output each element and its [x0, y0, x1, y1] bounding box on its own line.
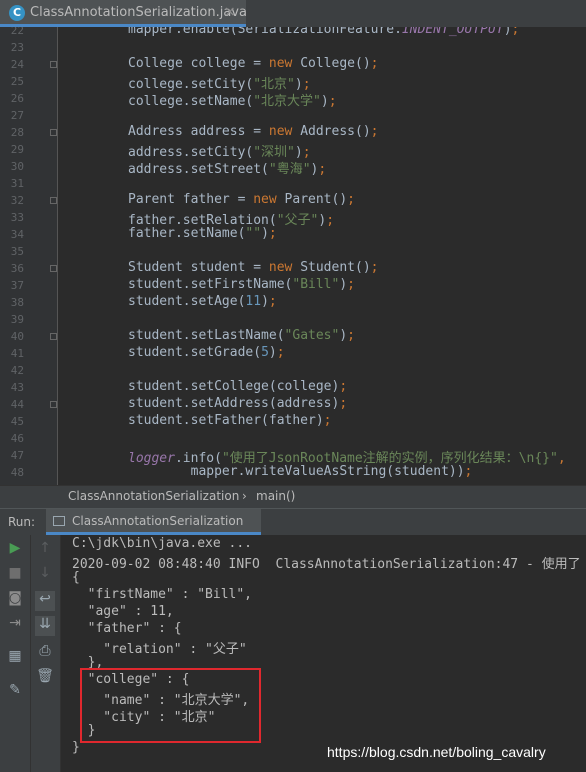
camera-icon[interactable]: ◙: [5, 590, 25, 610]
line-number: 26: [10, 92, 24, 105]
highlight-box: [80, 668, 261, 743]
scroll-to-end-icon[interactable]: ⇊: [35, 616, 55, 636]
code-line: student.setFather(father);: [128, 413, 332, 428]
code-line: father.setName("");: [128, 226, 277, 241]
fold-marker[interactable]: [50, 129, 57, 136]
fold-marker[interactable]: [50, 197, 57, 204]
line-number: 47: [10, 449, 24, 462]
line-number-gutter: 22 23 24 25 26 27 28 29 30 31 32 33 34 35 36 37 38 39 40 41…: [0, 27, 58, 485]
soft-wrap-icon[interactable]: ↩: [35, 591, 55, 611]
code-line: student.setCollege(college);: [128, 379, 348, 394]
line-number: 23: [10, 41, 24, 54]
line-number: 41: [10, 347, 24, 360]
breadcrumb: ClassAnnotationSerialization › main(): [0, 485, 586, 509]
java-class-icon: C: [9, 5, 25, 21]
code-line: mapper.writeValueAsString(student));: [128, 464, 473, 479]
code-line: Address address = new Address();: [128, 124, 379, 139]
line-number: 35: [10, 245, 24, 258]
line-number: 43: [10, 381, 24, 394]
line-number: 38: [10, 296, 24, 309]
stop-icon[interactable]: ■: [5, 565, 25, 585]
code-line: student.setGrade(5);: [128, 345, 285, 360]
editor-tab-label: ClassAnnotationSerialization.java: [30, 5, 247, 20]
run-console-toolbar: ↑ ↓ ↩ ⇊ ⎙ 🗑: [31, 535, 61, 772]
trash-icon[interactable]: 🗑: [35, 668, 55, 688]
console-line: "firstName" : "Bill",: [72, 587, 253, 602]
run-label: Run:: [8, 515, 36, 529]
run-tab[interactable]: ClassAnnotationSerialization: [46, 509, 261, 535]
login-icon[interactable]: ⇥: [5, 615, 25, 635]
console-line: "father" : {: [72, 621, 182, 636]
close-icon[interactable]: ×: [224, 4, 236, 20]
line-number: 27: [10, 109, 24, 122]
run-left-toolbar: ▶ ■ ◙ ⇥ ▦ ✎: [0, 535, 31, 772]
console-line: C:\jdk\bin\java.exe ...: [72, 536, 253, 551]
breadcrumb-separator: ›: [242, 489, 247, 503]
code-line: mapper.enable(SerializationFeature.INDEN…: [128, 27, 520, 37]
editor-tab[interactable]: C ClassAnnotationSerialization.java ×: [0, 0, 247, 27]
line-number: 48: [10, 466, 24, 479]
line-number: 25: [10, 75, 24, 88]
line-number: 30: [10, 160, 24, 173]
down-arrow-icon[interactable]: ↓: [35, 565, 55, 585]
line-number: 40: [10, 330, 24, 343]
line-number: 32: [10, 194, 24, 207]
code-line: student.setFirstName("Bill");: [128, 277, 355, 292]
breadcrumb-class[interactable]: ClassAnnotationSerialization: [68, 489, 239, 503]
line-number: 36: [10, 262, 24, 275]
line-number: 22: [10, 27, 24, 37]
fold-marker[interactable]: [50, 333, 57, 340]
line-number: 39: [10, 313, 24, 326]
line-number: 45: [10, 415, 24, 428]
fold-marker[interactable]: [50, 265, 57, 272]
code-line: address.setStreet("粤海");: [128, 162, 327, 177]
line-number: 24: [10, 58, 24, 71]
line-number: 29: [10, 143, 24, 156]
console-line: {: [72, 570, 80, 585]
code-line: Parent father = new Parent();: [128, 192, 355, 207]
code-line: College college = new College();: [128, 56, 379, 71]
editor-tab-bar: C ClassAnnotationSerialization.java ×: [0, 0, 586, 28]
run-tab-label: ClassAnnotationSerialization: [72, 514, 244, 528]
code-line: student.setAge(11);: [128, 294, 277, 309]
line-number: 44: [10, 398, 24, 411]
up-arrow-icon[interactable]: ↑: [35, 540, 55, 560]
line-number: 34: [10, 228, 24, 241]
line-number: 37: [10, 279, 24, 292]
run-tool-window-header: Run: ClassAnnotationSerialization: [0, 508, 586, 536]
console-icon: [53, 516, 65, 526]
run-icon[interactable]: ▶: [5, 540, 25, 560]
fold-marker[interactable]: [50, 401, 57, 408]
fold-marker[interactable]: [50, 61, 57, 68]
code-editor[interactable]: 22 23 24 25 26 27 28 29 30 31 32 33 34 35 36 37 38 39 40 41…: [0, 27, 586, 485]
code-line: college.setName("北京大学");: [128, 94, 337, 109]
code-line: student.setLastName("Gates");: [128, 328, 355, 343]
layout-icon[interactable]: ▦: [5, 648, 25, 668]
line-number: 46: [10, 432, 24, 445]
line-number: 33: [10, 211, 24, 224]
code-line: Student student = new Student();: [128, 260, 379, 275]
pin-icon[interactable]: ✎: [5, 682, 25, 702]
line-number: 42: [10, 364, 24, 377]
print-icon[interactable]: ⎙: [35, 643, 55, 663]
line-number: 31: [10, 177, 24, 190]
console-line: }: [72, 740, 80, 755]
line-number: 28: [10, 126, 24, 139]
breadcrumb-method[interactable]: main(): [256, 489, 295, 503]
code-line: student.setAddress(address);: [128, 396, 348, 411]
watermark: https://blog.csdn.net/boling_cavalry: [327, 744, 546, 760]
console-line: "age" : 11,: [72, 604, 174, 619]
console-line: 2020-09-02 08:48:40 INFO ClassAnnotation…: [72, 557, 581, 572]
